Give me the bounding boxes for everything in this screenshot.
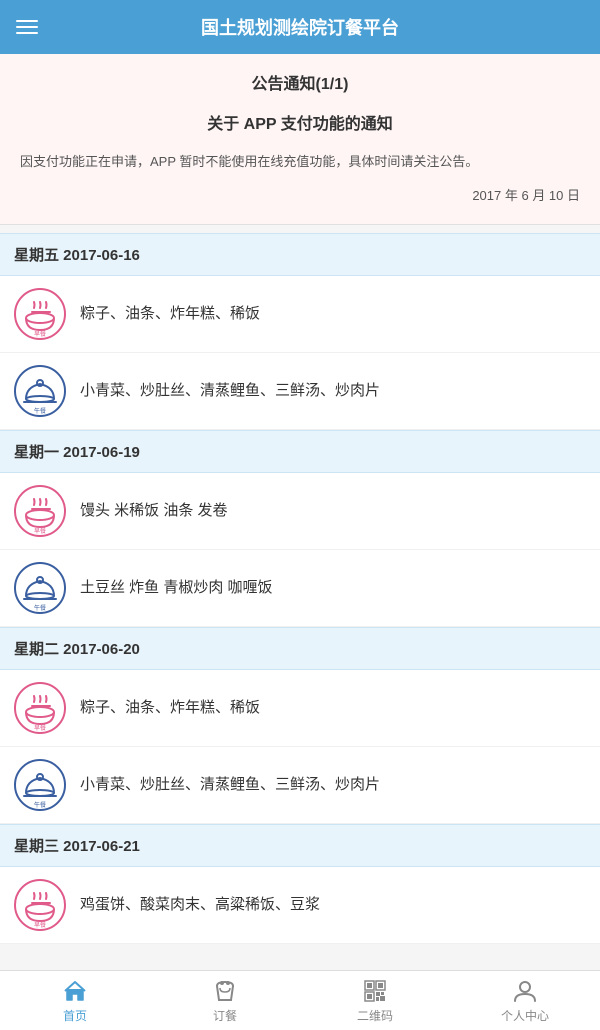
breakfast-icon: 早餐 bbox=[14, 879, 66, 931]
notice-subtitle: 关于 APP 支付功能的通知 bbox=[20, 110, 580, 134]
menu-section: 星期五 2017-06-16 早餐 粽子、油条、炸年糕、稀饭 午餐 小青菜、炒肚… bbox=[0, 233, 600, 944]
profile-icon bbox=[512, 978, 538, 1004]
order-icon bbox=[212, 978, 238, 1004]
lunch-icon: 午餐 bbox=[14, 365, 66, 417]
lunch-icon: 午餐 bbox=[14, 562, 66, 614]
meal-row[interactable]: 早餐 粽子、油条、炸年糕、稀饭 bbox=[0, 276, 600, 353]
svg-text:午餐: 午餐 bbox=[34, 407, 46, 415]
notice-section: 公告通知(1/1) 关于 APP 支付功能的通知 因支付功能正在申请，APP 暂… bbox=[0, 54, 600, 225]
svg-text:早餐: 早餐 bbox=[34, 527, 46, 535]
nav-item-order[interactable]: 订餐 bbox=[150, 971, 300, 1030]
meal-items: 粽子、油条、炸年糕、稀饭 bbox=[80, 303, 260, 326]
svg-text:午餐: 午餐 bbox=[34, 801, 46, 809]
svg-text:早餐: 早餐 bbox=[34, 724, 46, 732]
nav-item-profile[interactable]: 个人中心 bbox=[450, 971, 600, 1030]
nav-label-profile: 个人中心 bbox=[501, 1007, 549, 1024]
qrcode-icon bbox=[362, 978, 388, 1004]
day-header-3: 星期三 2017-06-21 bbox=[0, 824, 600, 867]
meal-row[interactable]: 早餐 粽子、油条、炸年糕、稀饭 bbox=[0, 670, 600, 747]
nav-item-qrcode[interactable]: 二维码 bbox=[300, 971, 450, 1030]
meal-items: 鸡蛋饼、酸菜肉末、高粱稀饭、豆浆 bbox=[80, 894, 320, 917]
main-content: 公告通知(1/1) 关于 APP 支付功能的通知 因支付功能正在申请，APP 暂… bbox=[0, 54, 600, 970]
menu-button[interactable] bbox=[16, 20, 38, 34]
breakfast-icon: 早餐 bbox=[14, 485, 66, 537]
svg-text:早餐: 早餐 bbox=[34, 921, 46, 929]
meal-items: 土豆丝 炸鱼 青椒炒肉 咖喱饭 bbox=[80, 577, 273, 600]
meal-row[interactable]: 午餐 小青菜、炒肚丝、清蒸鲤鱼、三鲜汤、炒肉片 bbox=[0, 353, 600, 430]
nav-item-home[interactable]: 首页 bbox=[0, 971, 150, 1030]
notice-title: 公告通知(1/1) bbox=[20, 70, 580, 94]
breakfast-icon: 早餐 bbox=[14, 288, 66, 340]
lunch-icon: 午餐 bbox=[14, 759, 66, 811]
nav-label-order: 订餐 bbox=[213, 1007, 237, 1024]
meal-items: 小青菜、炒肚丝、清蒸鲤鱼、三鲜汤、炒肉片 bbox=[80, 380, 380, 403]
day-header-0: 星期五 2017-06-16 bbox=[0, 233, 600, 276]
meal-row[interactable]: 早餐 鸡蛋饼、酸菜肉末、高粱稀饭、豆浆 bbox=[0, 867, 600, 944]
bottom-nav: 首页 订餐 二维码 个人中心 bbox=[0, 970, 600, 1030]
notice-body: 因支付功能正在申请，APP 暂时不能使用在线充值功能，具体时间请关注公告。 bbox=[20, 150, 580, 173]
day-header-1: 星期一 2017-06-19 bbox=[0, 430, 600, 473]
meal-items: 馒头 米稀饭 油条 发卷 bbox=[80, 500, 228, 523]
meal-items: 粽子、油条、炸年糕、稀饭 bbox=[80, 697, 260, 720]
nav-label-qrcode: 二维码 bbox=[357, 1007, 393, 1024]
home-icon bbox=[62, 978, 88, 1004]
breakfast-icon: 早餐 bbox=[14, 682, 66, 734]
svg-text:午餐: 午餐 bbox=[34, 604, 46, 612]
svg-text:早餐: 早餐 bbox=[34, 330, 46, 338]
app-header: 国土规划测绘院订餐平台 bbox=[0, 0, 600, 54]
meal-row[interactable]: 午餐 小青菜、炒肚丝、清蒸鲤鱼、三鲜汤、炒肉片 bbox=[0, 747, 600, 824]
meal-row[interactable]: 早餐 馒头 米稀饭 油条 发卷 bbox=[0, 473, 600, 550]
meal-items: 小青菜、炒肚丝、清蒸鲤鱼、三鲜汤、炒肉片 bbox=[80, 774, 380, 797]
nav-label-home: 首页 bbox=[63, 1007, 87, 1024]
app-title: 国土规划测绘院订餐平台 bbox=[16, 14, 584, 40]
meal-row[interactable]: 午餐 土豆丝 炸鱼 青椒炒肉 咖喱饭 bbox=[0, 550, 600, 627]
day-header-2: 星期二 2017-06-20 bbox=[0, 627, 600, 670]
notice-date: 2017 年 6 月 10 日 bbox=[20, 185, 580, 204]
